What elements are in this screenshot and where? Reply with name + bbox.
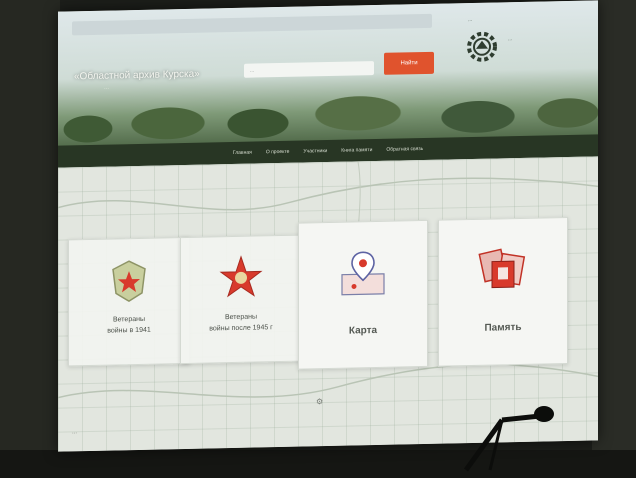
microphone-icon xyxy=(463,406,554,472)
nav-item-home[interactable]: Главная xyxy=(233,150,252,156)
tile-veterans-1941[interactable]: Ветераны войны в 1941 xyxy=(68,236,190,367)
red-star-icon xyxy=(219,255,263,298)
footer-link[interactable]: ... xyxy=(72,429,77,435)
site-title: «Областной архив Курска» xyxy=(74,68,200,83)
room-wall-right xyxy=(592,0,636,478)
tile-memory[interactable]: Память xyxy=(438,216,568,367)
tile-veterans-after-1945[interactable]: Ветераны войны после 1945 г xyxy=(180,234,302,365)
tile-label: Карта xyxy=(348,324,378,337)
nav-item-about[interactable]: О проекте xyxy=(266,149,290,155)
gear-logo-icon xyxy=(467,31,497,62)
projection-screen: «Областной архив Курска» ... ... Найти .… xyxy=(58,0,598,452)
memory-photos-icon xyxy=(478,248,526,289)
partner-name: ... xyxy=(508,36,513,43)
site-subtitle: ... xyxy=(104,84,110,91)
room-wall-left xyxy=(0,0,60,478)
map-pin-icon xyxy=(341,251,385,296)
tile-map[interactable]: Карта xyxy=(298,219,428,370)
browser-url-bar[interactable] xyxy=(72,13,432,36)
nav-item-participants[interactable]: Участники xyxy=(303,148,327,155)
partner-caption: ... xyxy=(468,16,473,24)
nav-item-memory-book[interactable]: Книга памяти xyxy=(341,147,372,154)
tile-label-line2: войны в 1941 xyxy=(107,326,151,335)
nav-item-feedback[interactable]: Обратная связь xyxy=(386,146,423,153)
search-button[interactable]: Найти xyxy=(384,51,434,75)
tile-label-line2: войны после 1945 г xyxy=(209,324,273,333)
tile-label: Память xyxy=(484,321,522,334)
search-input[interactable]: ... xyxy=(244,61,374,78)
info-icon: ⚙ xyxy=(316,397,324,407)
medal-badge-icon xyxy=(112,260,146,303)
